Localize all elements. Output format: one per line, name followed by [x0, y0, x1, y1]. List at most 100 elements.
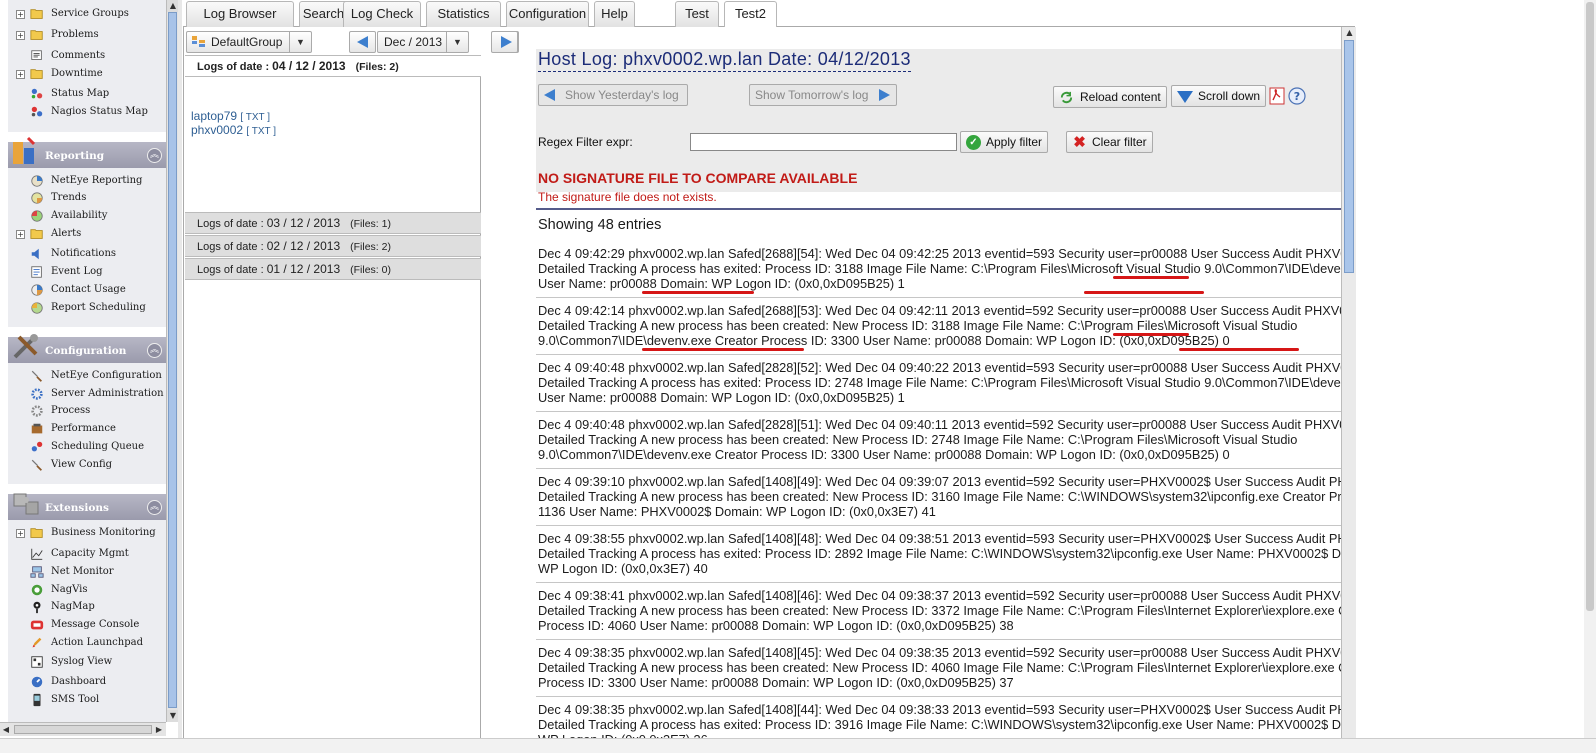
nav-item-neteye-reporting[interactable]: NetEye Reporting: [8, 173, 166, 191]
nav-item-service-groups[interactable]: + Service Groups: [8, 6, 166, 24]
nav-item-sms-tool[interactable]: SMS Tool: [8, 692, 166, 710]
tab-test[interactable]: Test: [675, 1, 719, 27]
nav-item-net-monitor[interactable]: Net Monitor: [8, 564, 166, 582]
nav-item-nagvis[interactable]: NagVis: [8, 582, 166, 600]
nav-item-process[interactable]: Process: [8, 403, 166, 421]
frame-divider[interactable]: [178, 0, 182, 753]
map-pin-icon: [29, 600, 45, 614]
expand-plus-icon[interactable]: +: [16, 230, 25, 239]
regex-filter-input[interactable]: [690, 133, 957, 151]
day-header-open[interactable]: Logs of date : 04 / 12 / 2013 (Files: 2): [185, 55, 481, 77]
nav-scroll-thumb[interactable]: [168, 12, 177, 708]
help-icon[interactable]: ?: [1288, 87, 1306, 105]
annotation-underline: [1084, 291, 1204, 294]
expand-panel-button[interactable]: [491, 31, 518, 53]
nav-item-event-log[interactable]: Event Log: [8, 264, 166, 282]
content-scroll-thumb[interactable]: [1344, 40, 1354, 273]
tab-help[interactable]: Help: [594, 1, 635, 27]
nav-item-trends[interactable]: Trends: [8, 190, 166, 208]
chevron-down-icon[interactable]: ▼: [446, 32, 468, 52]
nav-item-notifications[interactable]: Notifications: [8, 246, 166, 264]
log-entry: Dec 4 09:42:14 phxv0002.wp.lan Safed[268…: [538, 303, 1341, 348]
nav-item-nagios-status-map[interactable]: Nagios Status Map: [8, 104, 166, 122]
day-header-date: 01 / 12 / 2013: [266, 262, 341, 276]
nav-horizontal-scrollbar[interactable]: ◀ ▶: [0, 722, 166, 736]
nav-item-server-administration[interactable]: Server Administration: [8, 386, 166, 404]
nav-hscroll-thumb[interactable]: [14, 725, 152, 734]
nav-item-dashboard[interactable]: Dashboard: [8, 674, 166, 692]
tab-search[interactable]: Search: [299, 1, 348, 27]
host-link[interactable]: phxv0002 [ TXT ]: [191, 123, 276, 137]
divider: [536, 208, 1341, 210]
tab-log-browser[interactable]: Log Browser: [186, 1, 294, 27]
nav-item-business-monitoring[interactable]: + Business Monitoring: [8, 525, 166, 543]
nav-item-downtime[interactable]: + Downtime: [8, 66, 166, 84]
nav-item-contact-usage[interactable]: Contact Usage: [8, 282, 166, 300]
nav-item-action-launchpad[interactable]: Action Launchpad: [8, 635, 166, 653]
nav-item-comments[interactable]: Comments: [8, 48, 166, 66]
nav-item-alerts[interactable]: + Alerts: [8, 226, 166, 244]
pdf-icon[interactable]: [1268, 87, 1286, 105]
window-horizontal-scrollbar[interactable]: [0, 738, 1596, 753]
expand-plus-icon[interactable]: +: [16, 10, 25, 19]
host-name[interactable]: laptop79: [191, 109, 237, 123]
nav-item-message-console[interactable]: Message Console: [8, 617, 166, 635]
nav-item-problems[interactable]: + Problems: [8, 27, 166, 45]
nav-vertical-scrollbar[interactable]: ▲ ▼: [166, 0, 179, 722]
log-entry-line: User Name: pr00088 Domain: WP Logon ID: …: [538, 390, 905, 405]
reload-content-button[interactable]: Reload content: [1053, 86, 1167, 108]
day-header-closed[interactable]: Logs of date : 03 / 12 / 2013 (Files: 1): [185, 212, 481, 234]
nav-item-performance[interactable]: Performance: [8, 421, 166, 439]
tab-statistics[interactable]: Statistics: [426, 1, 501, 27]
nav-item-report-scheduling[interactable]: Report Scheduling: [8, 300, 166, 318]
scroll-left-arrow-icon[interactable]: ◀: [0, 723, 12, 736]
previous-month-button[interactable]: [349, 31, 376, 53]
show-tomorrow-button[interactable]: Show Tomorrow's log: [749, 84, 897, 106]
month-select[interactable]: Dec / 2013 ▼: [377, 31, 469, 53]
nav-item-syslog-view[interactable]: Syslog View: [8, 654, 166, 672]
day-header-closed[interactable]: Logs of date : 02 / 12 / 2013 (Files: 2): [185, 235, 481, 257]
host-link[interactable]: laptop79 [ TXT ]: [191, 109, 270, 123]
nav-item-availability[interactable]: Availability: [8, 208, 166, 226]
expand-plus-icon[interactable]: +: [16, 529, 25, 538]
collapse-icon[interactable]: ︽: [147, 500, 162, 515]
section-header-extensions[interactable]: Extensions ︽: [8, 493, 166, 520]
collapse-icon[interactable]: ︽: [147, 148, 162, 163]
nav-item-view-config[interactable]: View Config: [8, 457, 166, 475]
clear-filter-button[interactable]: ✖ Clear filter: [1066, 131, 1153, 153]
nav-item-scheduling-queue[interactable]: Scheduling Queue: [8, 439, 166, 457]
nav-item-nagmap[interactable]: NagMap: [8, 599, 166, 617]
window-vertical-scrollbar[interactable]: [1584, 0, 1596, 753]
nav-item-status-map[interactable]: Status Map: [8, 86, 166, 104]
window-scroll-thumb[interactable]: [1586, 2, 1594, 611]
nav-item-label: Alerts: [51, 228, 82, 239]
log-entry-line: Detailed Tracking A process has exited: …: [538, 375, 1341, 390]
scroll-up-arrow-icon[interactable]: ▲: [1342, 27, 1357, 39]
annotation-underline: [642, 348, 804, 351]
tab-configuration[interactable]: Configuration: [506, 1, 589, 27]
collapse-icon[interactable]: ︽: [147, 343, 162, 358]
arrow-right-icon: [501, 36, 512, 48]
scroll-down-button[interactable]: Scroll down: [1171, 85, 1266, 107]
nav-item-neteye-configuration[interactable]: NetEye Configuration: [8, 368, 166, 386]
expand-plus-icon[interactable]: +: [16, 70, 25, 79]
section-header-reporting[interactable]: Reporting ︽: [8, 136, 166, 168]
scroll-right-arrow-icon[interactable]: ▶: [153, 723, 165, 736]
nav-item-capacity-mgmt[interactable]: Capacity Mgmt: [8, 546, 166, 564]
show-yesterday-button[interactable]: Show Yesterday's log: [538, 84, 688, 106]
section-header-configuration[interactable]: Configuration ︽: [8, 334, 166, 363]
host-file-type[interactable]: [ TXT ]: [240, 112, 270, 123]
day-header-closed[interactable]: Logs of date : 01 / 12 / 2013 (Files: 0): [185, 258, 481, 280]
tab-log-check[interactable]: Log Check: [343, 1, 421, 27]
expand-plus-icon[interactable]: +: [16, 31, 25, 40]
tab-test2[interactable]: Test2: [724, 1, 777, 28]
month-select-value: Dec / 2013: [384, 35, 443, 49]
host-name[interactable]: phxv0002: [191, 123, 243, 137]
apply-filter-button[interactable]: ✓ Apply filter: [960, 131, 1048, 153]
host-file-type[interactable]: [ TXT ]: [246, 126, 276, 137]
log-entry-line: Dec 4 09:38:35 phxv0002.wp.lan Safed[140…: [538, 645, 1341, 660]
navigation-menu: + Service Groups + Problems Comments + Downtim…: [8, 0, 166, 728]
chevron-down-icon[interactable]: ▼: [289, 32, 311, 52]
group-select[interactable]: DefaultGroup ▼: [186, 31, 312, 53]
content-vertical-scrollbar[interactable]: ▲: [1341, 27, 1356, 753]
